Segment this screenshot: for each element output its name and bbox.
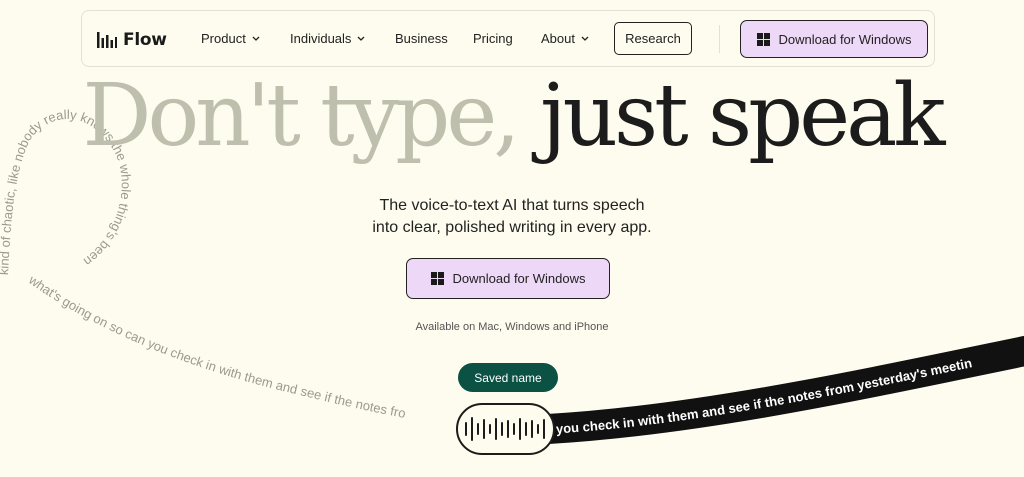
nav-item-label: Product bbox=[201, 31, 246, 46]
nav-item-label: About bbox=[541, 31, 575, 46]
nav-download-button[interactable]: Download for Windows bbox=[740, 20, 928, 58]
logo[interactable]: Flow bbox=[97, 30, 167, 50]
nav-download-label: Download for Windows bbox=[778, 31, 912, 47]
chevron-down-icon bbox=[357, 36, 365, 41]
curve-transcript-text: what's going on so can you check in with… bbox=[25, 272, 407, 421]
nav-item-label: Individuals bbox=[290, 31, 352, 46]
nav-item-product[interactable]: Product bbox=[201, 31, 260, 46]
top-navigation: Flow Product Individuals Business Pricin… bbox=[81, 10, 935, 67]
windows-logo-icon bbox=[430, 272, 444, 285]
voice-waveform-icon bbox=[456, 403, 555, 455]
nav-item-pricing[interactable]: Pricing bbox=[473, 31, 513, 46]
chevron-down-icon bbox=[252, 36, 260, 41]
hero-heading-dark: just speak bbox=[539, 66, 946, 166]
nav-divider bbox=[719, 25, 720, 53]
hero-download-button[interactable]: Download for Windows bbox=[406, 258, 610, 299]
nav-item-label: Business bbox=[395, 31, 448, 46]
chevron-down-icon bbox=[581, 36, 589, 41]
logo-text: Flow bbox=[123, 30, 167, 50]
hero-heading-light: Don't type, bbox=[82, 66, 521, 166]
waveform-bars-icon bbox=[97, 32, 117, 48]
availability-note: Available on Mac, Windows and iPhone bbox=[415, 321, 609, 333]
nav-item-label: Pricing bbox=[473, 31, 513, 46]
research-button[interactable]: Research bbox=[614, 22, 692, 55]
hero-subtitle-line2: into clear, polished writing in every ap… bbox=[372, 219, 652, 236]
windows-logo-icon bbox=[756, 32, 770, 46]
hero-download-label: Download for Windows bbox=[452, 271, 586, 286]
saved-name-badge: Saved name bbox=[458, 363, 558, 392]
nav-item-individuals[interactable]: Individuals bbox=[290, 31, 365, 46]
hero-subtitle-line1: The voice-to-text AI that turns speech bbox=[379, 197, 645, 214]
hero-heading: Don't type, just speak bbox=[0, 66, 1024, 166]
nav-item-business[interactable]: Business bbox=[395, 31, 448, 46]
nav-item-about[interactable]: About bbox=[541, 31, 589, 46]
